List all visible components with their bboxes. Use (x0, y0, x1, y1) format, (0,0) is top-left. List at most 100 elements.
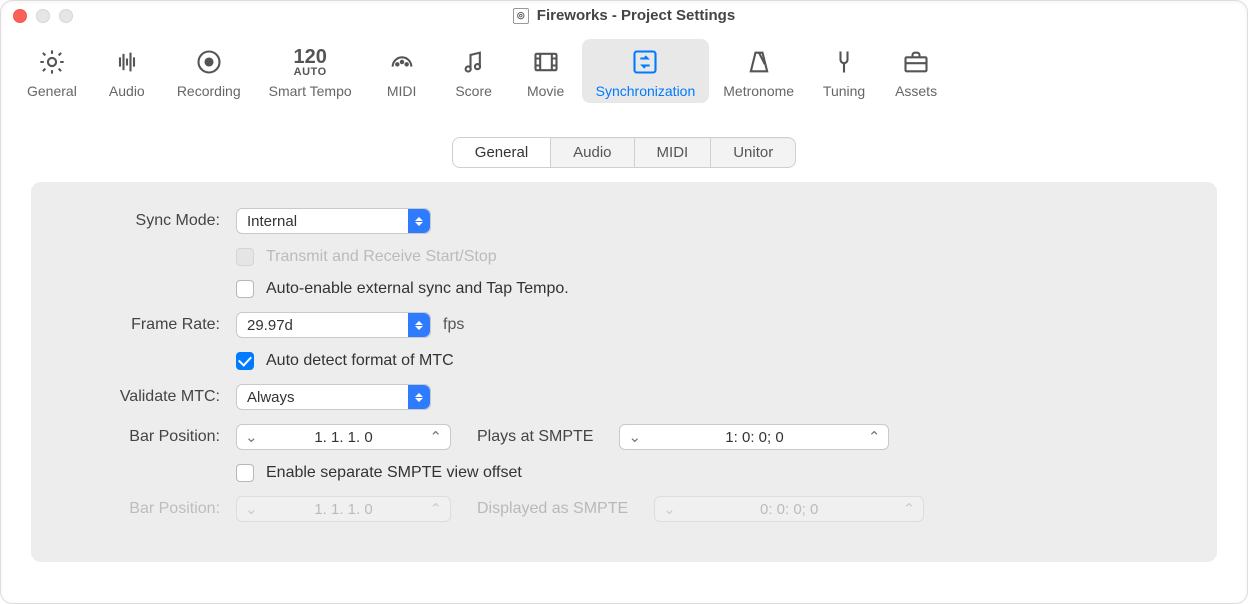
chevron-up-icon: ⌃ (868, 428, 881, 446)
row-bar-position-2: Bar Position: ⌄ 1. 1. 1. 0 ⌃ Displayed a… (71, 496, 1177, 522)
auto-enable-label: Auto-enable external sync and Tap Tempo. (266, 280, 569, 298)
settings-pane: Sync Mode: Internal Transmit and Receive… (31, 182, 1217, 562)
smpte-stepper[interactable]: ⌄ 1: 0: 0; 0 ⌃ (619, 424, 889, 450)
row-transmit: Transmit and Receive Start/Stop (71, 248, 1177, 266)
project-settings-window: ◎ Fireworks - Project Settings General A… (0, 0, 1248, 604)
minimize-window-button[interactable] (36, 9, 50, 23)
sync-mode-value: Internal (247, 213, 297, 230)
row-auto-detect: Auto detect format of MTC (71, 352, 1177, 370)
subtab-midi[interactable]: MIDI (634, 138, 711, 167)
midi-icon (388, 45, 416, 79)
toolbar-smart-tempo[interactable]: 120 AUTO Smart Tempo (255, 39, 366, 103)
close-window-button[interactable] (13, 9, 27, 23)
window-title: ◎ Fireworks - Project Settings (513, 7, 735, 24)
score-icon (460, 45, 488, 79)
smpte-value: 1: 0: 0; 0 (641, 429, 868, 446)
plays-at-smpte-label: Plays at SMPTE (463, 428, 607, 446)
subtab-general[interactable]: General (453, 138, 550, 167)
zoom-window-button[interactable] (59, 9, 73, 23)
tuning-fork-icon (830, 45, 858, 79)
metronome-icon (745, 45, 773, 79)
toolbar-label: Score (455, 83, 492, 99)
toolbar-synchronization[interactable]: Synchronization (582, 39, 710, 103)
toolbar-label: MIDI (387, 83, 417, 99)
bar-position-label: Bar Position: (71, 500, 236, 518)
chevron-down-icon: ⌄ (663, 500, 676, 518)
bar-position-value: 1. 1. 1. 0 (258, 429, 430, 446)
frame-rate-value: 29.97d (247, 317, 293, 334)
validate-mtc-label: Validate MTC: (71, 388, 236, 406)
transmit-checkbox (236, 248, 254, 266)
bar-position-label: Bar Position: (71, 428, 236, 446)
chevron-down-icon: ⌄ (245, 500, 258, 518)
toolbar-label: Smart Tempo (269, 83, 352, 99)
film-icon (532, 45, 560, 79)
frame-rate-label: Frame Rate: (71, 316, 236, 334)
smart-tempo-icon: 120 AUTO (293, 45, 326, 79)
sync-mode-select[interactable]: Internal (236, 208, 431, 234)
toolbar-midi[interactable]: MIDI (366, 39, 438, 103)
waveform-icon (113, 45, 141, 79)
displayed-as-smpte-label: Displayed as SMPTE (463, 500, 642, 518)
app-icon: ◎ (513, 8, 529, 24)
window-title-text: Fireworks - Project Settings (537, 7, 735, 24)
dropdown-arrows-icon (408, 313, 430, 337)
bar-position-stepper-disabled: ⌄ 1. 1. 1. 0 ⌃ (236, 496, 451, 522)
chevron-up-icon: ⌃ (429, 500, 442, 518)
toolbar-movie[interactable]: Movie (510, 39, 582, 103)
bar-position-stepper[interactable]: ⌄ 1. 1. 1. 0 ⌃ (236, 424, 451, 450)
row-sync-mode: Sync Mode: Internal (71, 208, 1177, 234)
toolbar-assets[interactable]: Assets (880, 39, 952, 103)
row-validate-mtc: Validate MTC: Always (71, 384, 1177, 410)
titlebar: ◎ Fireworks - Project Settings (1, 1, 1247, 31)
toolbar-score[interactable]: Score (438, 39, 510, 103)
frame-rate-suffix: fps (443, 316, 464, 334)
smpte-value: 0: 0: 0; 0 (676, 501, 903, 518)
toolbar-recording[interactable]: Recording (163, 39, 255, 103)
auto-detect-label: Auto detect format of MTC (266, 352, 454, 370)
toolbar: General Audio Recording 120 AUTO Smart T… (1, 31, 1247, 107)
sync-mode-label: Sync Mode: (71, 212, 236, 230)
chevron-up-icon: ⌃ (429, 428, 442, 446)
validate-mtc-value: Always (247, 389, 295, 406)
validate-mtc-select[interactable]: Always (236, 384, 431, 410)
toolbar-metronome[interactable]: Metronome (709, 39, 808, 103)
chevron-up-icon: ⌃ (903, 500, 916, 518)
toolbar-label: Tuning (823, 83, 865, 99)
toolbar-label: Synchronization (596, 83, 696, 99)
enable-offset-label: Enable separate SMPTE view offset (266, 464, 522, 482)
auto-detect-checkbox[interactable] (236, 352, 254, 370)
subtab-audio[interactable]: Audio (550, 138, 633, 167)
toolbar-label: Movie (527, 83, 564, 99)
frame-rate-select[interactable]: 29.97d (236, 312, 431, 338)
bar-position-value: 1. 1. 1. 0 (258, 501, 430, 518)
content-area: General Audio MIDI Unitor Sync Mode: Int… (1, 107, 1247, 582)
gear-icon (38, 45, 66, 79)
dropdown-arrows-icon (408, 209, 430, 233)
toolbar-label: General (27, 83, 77, 99)
briefcase-icon (902, 45, 930, 79)
dropdown-arrows-icon (408, 385, 430, 409)
toolbar-audio[interactable]: Audio (91, 39, 163, 103)
window-controls (13, 9, 73, 23)
sub-tabs: General Audio MIDI Unitor (452, 137, 796, 168)
smpte-stepper-disabled: ⌄ 0: 0: 0; 0 ⌃ (654, 496, 924, 522)
subtab-unitor[interactable]: Unitor (710, 138, 795, 167)
row-auto-enable: Auto-enable external sync and Tap Tempo. (71, 280, 1177, 298)
enable-offset-checkbox[interactable] (236, 464, 254, 482)
sync-icon (631, 45, 659, 79)
toolbar-label: Metronome (723, 83, 794, 99)
toolbar-label: Recording (177, 83, 241, 99)
toolbar-general[interactable]: General (13, 39, 91, 103)
row-bar-position-1: Bar Position: ⌄ 1. 1. 1. 0 ⌃ Plays at SM… (71, 424, 1177, 450)
auto-enable-checkbox[interactable] (236, 280, 254, 298)
chevron-down-icon: ⌄ (245, 428, 258, 446)
toolbar-tuning[interactable]: Tuning (808, 39, 880, 103)
toolbar-label: Assets (895, 83, 937, 99)
record-icon (195, 45, 223, 79)
toolbar-label: Audio (109, 83, 145, 99)
row-enable-offset: Enable separate SMPTE view offset (71, 464, 1177, 482)
transmit-label: Transmit and Receive Start/Stop (266, 248, 497, 266)
row-frame-rate: Frame Rate: 29.97d fps (71, 312, 1177, 338)
chevron-down-icon: ⌄ (628, 428, 641, 446)
